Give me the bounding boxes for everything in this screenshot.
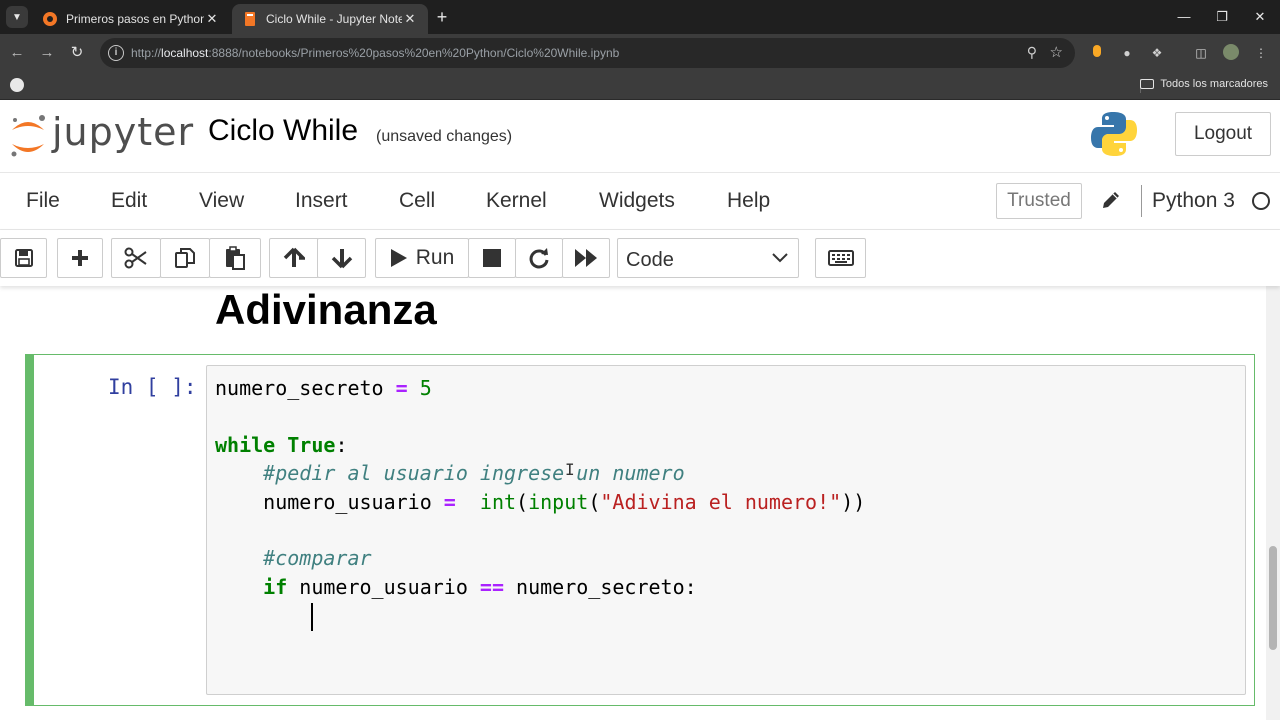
address-bar[interactable]: i http://localhost:8888/notebooks/Primer… (100, 38, 1075, 68)
zoom-magnifier-icon[interactable]: ⚲ (1027, 44, 1037, 61)
insert-cell-button[interactable] (57, 238, 103, 278)
copy-button[interactable] (160, 238, 210, 278)
profile-avatar-icon[interactable] (1222, 44, 1240, 62)
bookmarks-bar: Todos los marcadores (0, 72, 1280, 100)
jupyter-header: jupyter Ciclo While (unsaved changes) Lo… (0, 100, 1280, 172)
code-content[interactable]: numero_secreto = 5 while True: #pedir al… (215, 374, 865, 631)
jupyter-wordmark[interactable]: jupyter (52, 110, 194, 154)
python-logo-icon (1091, 112, 1137, 156)
url-host: localhost (161, 46, 209, 60)
tab-ciclo-while[interactable]: Ciclo While - Jupyter Notebook ✕ (232, 4, 428, 34)
menu-widgets[interactable]: Widgets (599, 189, 675, 213)
tab-label: Ciclo While - Jupyter Notebook (266, 12, 402, 26)
browser-toolbar: ← → ↻ i http://localhost:8888/notebooks/… (0, 34, 1280, 72)
interrupt-kernel-button[interactable] (468, 238, 516, 278)
tab-search-chevron-icon[interactable]: ▼ (6, 6, 28, 28)
trusted-indicator[interactable]: Trusted (996, 183, 1082, 219)
extension-orange-icon[interactable] (1088, 44, 1106, 62)
edit-pencil-icon[interactable] (1100, 189, 1122, 211)
paste-button[interactable] (209, 238, 261, 278)
menu-file[interactable]: File (26, 189, 60, 213)
menubar: File Edit View Insert Cell Kernel Widget… (0, 172, 1280, 230)
minimize-icon[interactable]: — (1170, 6, 1198, 28)
notebook-toolbar: Run Code (0, 230, 1280, 286)
play-icon (390, 249, 407, 267)
save-button[interactable] (0, 238, 47, 278)
extension-grey-icon[interactable]: ● (1118, 44, 1136, 62)
restore-icon[interactable]: ❐ (1208, 6, 1236, 28)
cell-type-value: Code (626, 249, 674, 271)
paste-clipboard-icon (226, 246, 245, 270)
code-editor[interactable]: numero_secreto = 5 while True: #pedir al… (206, 365, 1246, 695)
url-scheme: http:// (131, 46, 162, 60)
notebook-container: Adivinanza In [ ]: numero_secreto = 5 wh… (0, 286, 1280, 720)
run-button[interactable]: Run (375, 238, 469, 278)
url-text[interactable]: http://localhost:8888/notebooks/Primeros… (131, 46, 619, 60)
side-panel-icon[interactable]: ◫ (1192, 44, 1210, 62)
tab-label: Primeros pasos en Python/ (66, 12, 204, 26)
kernel-divider (1141, 185, 1142, 217)
run-label: Run (415, 246, 455, 269)
arrow-down-icon (331, 249, 352, 269)
menu-view[interactable]: View (199, 189, 244, 213)
stop-square-icon (483, 249, 501, 267)
new-tab-plus-icon[interactable]: + (432, 6, 452, 28)
reload-icon[interactable]: ↻ (66, 42, 88, 64)
menu-kernel[interactable]: Kernel (486, 189, 547, 213)
all-bookmarks-label: Todos los marcadores (1160, 78, 1268, 90)
cell-selection-bar (26, 355, 34, 705)
logout-button[interactable]: Logout (1175, 112, 1271, 156)
text-caret (311, 602, 314, 631)
cut-button[interactable] (111, 238, 161, 278)
save-floppy-icon (14, 249, 33, 267)
globe-icon[interactable] (10, 78, 24, 92)
back-arrow-icon[interactable]: ← (6, 42, 28, 64)
restart-icon (529, 248, 549, 269)
menu-edit[interactable]: Edit (111, 189, 147, 213)
all-bookmarks-button[interactable]: Todos los marcadores (1140, 78, 1268, 90)
forward-arrow-icon[interactable]: → (36, 42, 58, 64)
site-info-icon[interactable]: i (108, 45, 124, 61)
menu-cell[interactable]: Cell (399, 189, 435, 213)
browser-menu-icon[interactable]: ⋮ (1252, 44, 1270, 62)
chevron-down-icon (772, 253, 788, 263)
scrollbar-thumb[interactable] (1269, 546, 1277, 650)
menu-help[interactable]: Help (727, 189, 770, 213)
tab-close-icon[interactable]: ✕ (402, 11, 418, 27)
bookmark-star-icon[interactable]: ☆ (1050, 43, 1063, 61)
menu-insert[interactable]: Insert (295, 189, 348, 213)
kernel-name[interactable]: Python 3 (1152, 189, 1235, 213)
notebook-page: Adivinanza In [ ]: numero_secreto = 5 wh… (0, 286, 1266, 720)
restart-kernel-button[interactable] (515, 238, 563, 278)
tab-primeros-pasos[interactable]: Primeros pasos en Python/ ✕ (32, 4, 230, 34)
keyboard-icon (827, 250, 854, 266)
move-cell-up-button[interactable] (269, 238, 319, 278)
fast-forward-icon (575, 249, 597, 267)
extensions-puzzle-icon[interactable]: ❖ (1148, 44, 1166, 62)
folder-icon (1140, 79, 1155, 89)
arrow-up-icon (283, 247, 305, 267)
cell-type-select[interactable]: Code (617, 238, 799, 278)
scissors-icon (124, 247, 147, 269)
page-scrollbar[interactable] (1266, 286, 1280, 720)
notebook-title[interactable]: Ciclo While (208, 114, 358, 148)
command-palette-button[interactable] (815, 238, 866, 278)
window-close-icon[interactable]: ✕ (1246, 6, 1274, 28)
notebook-favicon-icon (245, 12, 255, 26)
autosave-status: (unsaved changes) (376, 128, 513, 145)
text-cursor-ibeam-icon: I (565, 460, 575, 479)
cell-prompt: In [ ]: (108, 375, 197, 399)
markdown-heading[interactable]: Adivinanza (215, 286, 437, 334)
restart-run-all-button[interactable] (562, 238, 610, 278)
browser-tab-strip: ▼ Primeros pasos en Python/ ✕ Ciclo Whil… (0, 0, 1280, 34)
move-cell-down-button[interactable] (317, 238, 366, 278)
jupyter-favicon-icon (43, 12, 57, 26)
kernel-idle-indicator-icon (1252, 192, 1270, 210)
code-cell[interactable]: In [ ]: numero_secreto = 5 while True: #… (25, 354, 1255, 706)
jupyter-logo-icon[interactable] (8, 112, 48, 160)
copy-icon (175, 248, 195, 268)
plus-icon (72, 250, 88, 266)
tab-close-icon[interactable]: ✕ (204, 11, 220, 27)
url-path: :8888/notebooks/Primeros%20pasos%20en%20… (208, 46, 620, 60)
